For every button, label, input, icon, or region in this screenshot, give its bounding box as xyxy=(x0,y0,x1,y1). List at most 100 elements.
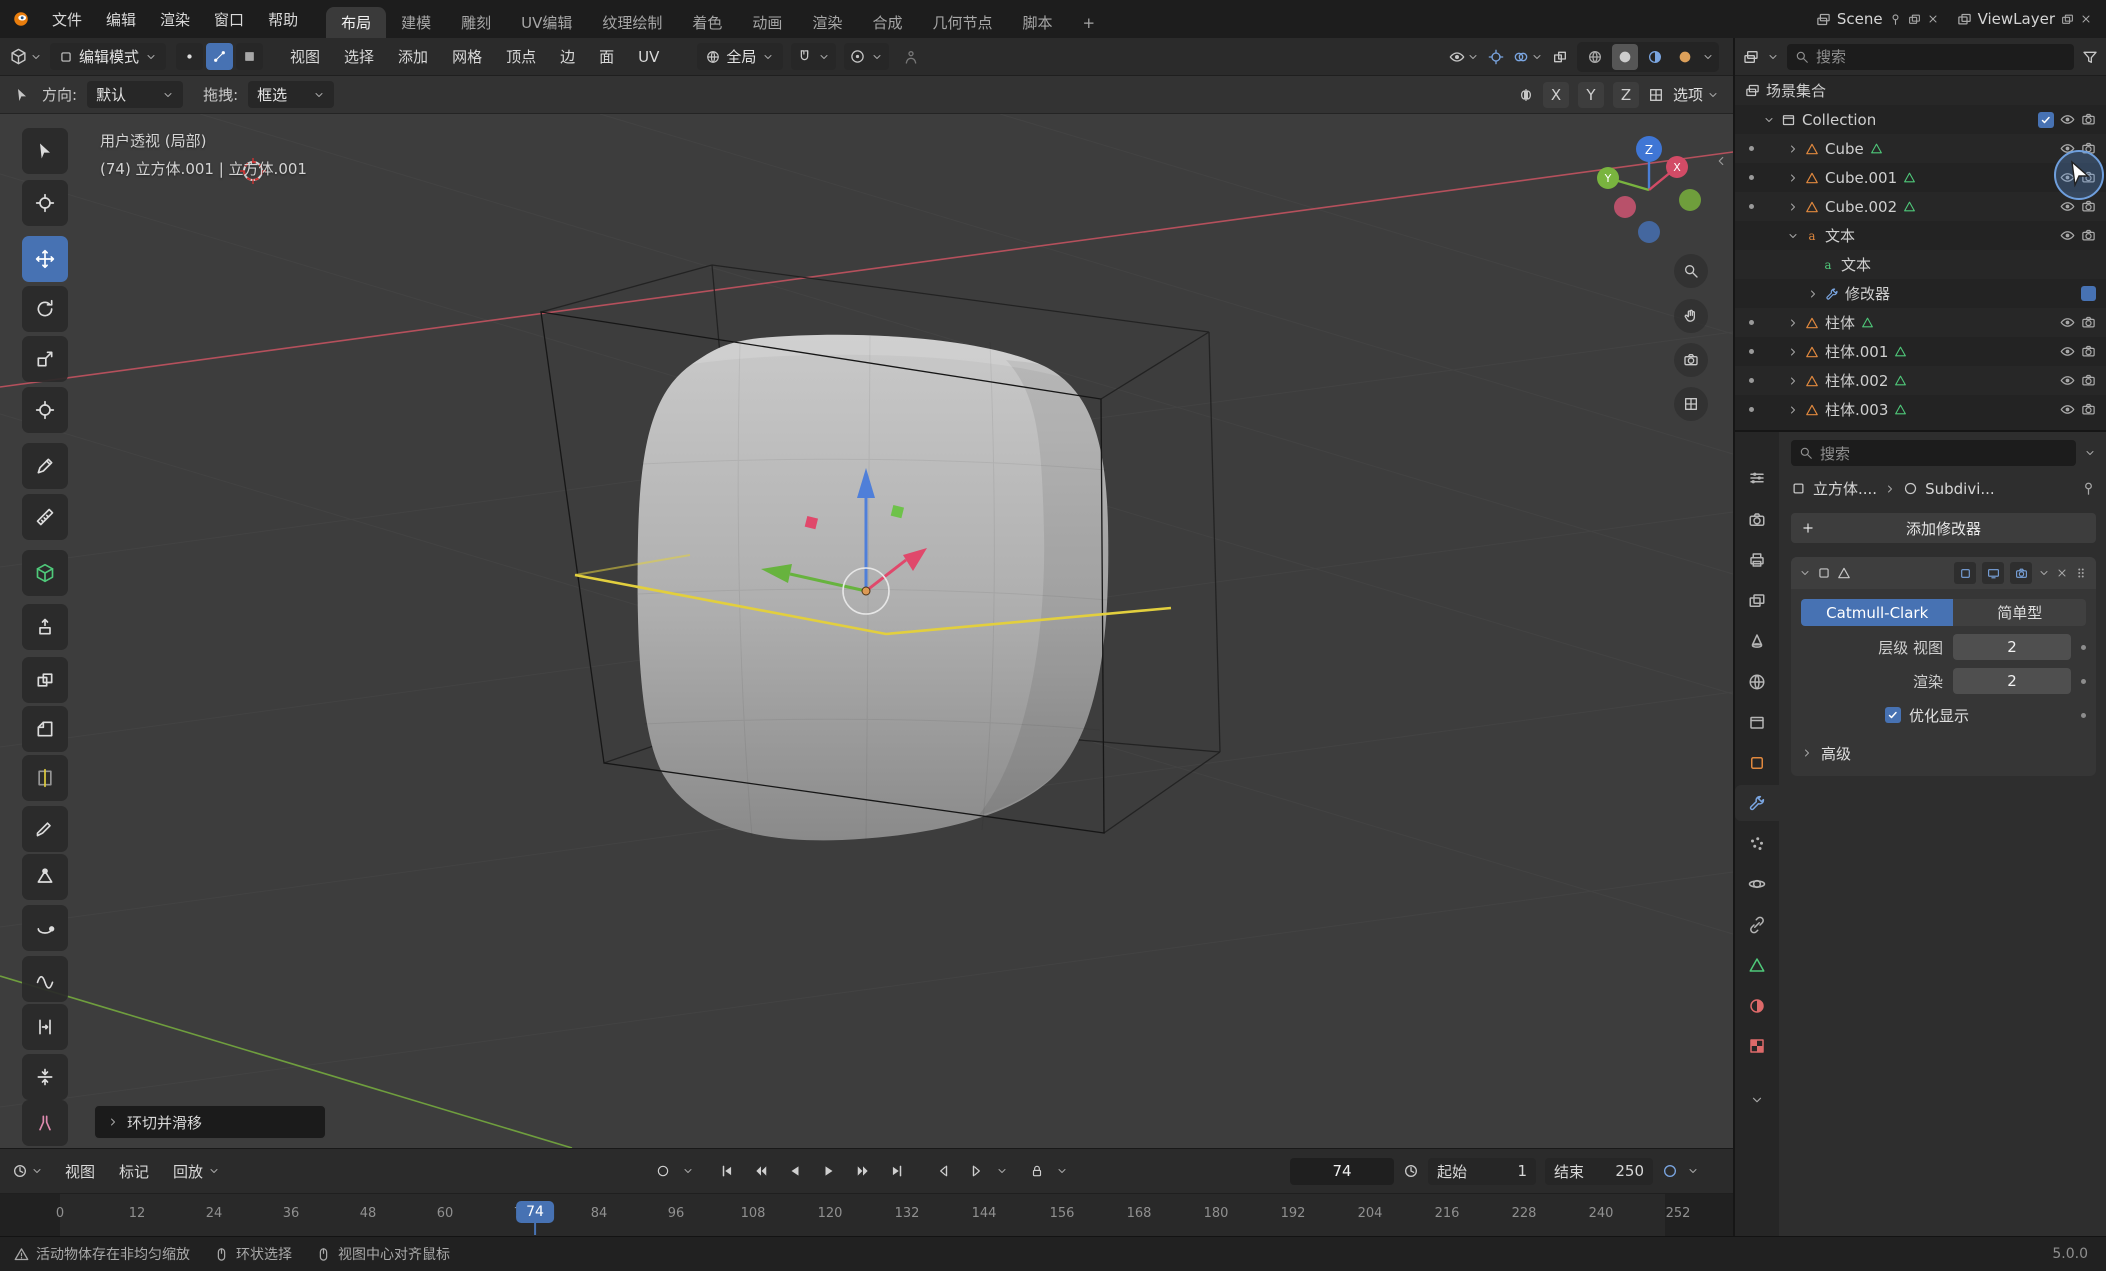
outliner-search-input[interactable]: 搜索 xyxy=(1787,44,2074,70)
lock-range-button[interactable] xyxy=(1022,1157,1052,1185)
frame-start-field[interactable]: 起始 1 xyxy=(1428,1158,1536,1185)
tab-sculpting[interactable]: 雕刻 xyxy=(446,7,506,38)
breadcrumb-modifier[interactable]: Subdivi... xyxy=(1925,480,1995,498)
tab-animation[interactable]: 动画 xyxy=(737,7,797,38)
chevron-down-icon[interactable] xyxy=(996,1165,1008,1177)
animate-dot[interactable] xyxy=(2081,713,2086,718)
jump-to-start-button[interactable] xyxy=(712,1157,742,1185)
eye-icon[interactable] xyxy=(2060,112,2075,127)
sync-icon[interactable] xyxy=(1662,1163,1678,1179)
menu-render[interactable]: 渲染 xyxy=(148,0,202,38)
tool-shrink-fatten[interactable] xyxy=(22,1054,68,1100)
mirror-y-button[interactable]: Y xyxy=(1578,82,1604,108)
outliner-row-collection[interactable]: Collection xyxy=(1735,105,2106,134)
frame-back-button[interactable] xyxy=(928,1157,958,1185)
outliner-row-cylinder[interactable]: 柱体 xyxy=(1735,308,2106,337)
tool-extrude-region[interactable] xyxy=(22,604,68,650)
camera-visibility-icon[interactable] xyxy=(2081,228,2096,243)
mirror-icon[interactable] xyxy=(1518,87,1534,103)
menu-view[interactable]: 视图 xyxy=(53,1149,107,1193)
viewport-3d[interactable]: 用户透视 (局部) (74) 立方体.001 | 立方体.001 xyxy=(0,114,1733,1148)
jump-to-end-button[interactable] xyxy=(882,1157,912,1185)
options-dropdown[interactable]: 选项 xyxy=(1673,84,1719,105)
tab-compositing[interactable]: 合成 xyxy=(857,7,917,38)
chevron-right-icon[interactable] xyxy=(1787,404,1799,416)
tab-constraints[interactable] xyxy=(1735,907,1779,943)
add-modifier-button[interactable]: 添加修改器 xyxy=(1791,513,2096,543)
camera-view-button[interactable] xyxy=(1674,343,1708,377)
eye-icon[interactable] xyxy=(2060,402,2075,417)
outliner-row-modifiers[interactable]: 修改器 xyxy=(1735,279,2106,308)
tab-layout[interactable]: 布局 xyxy=(326,7,386,38)
levels-render-field[interactable]: 2 xyxy=(1953,668,2071,694)
outliner-row-cube[interactable]: Cube xyxy=(1735,134,2106,163)
current-frame-marker[interactable]: 74 xyxy=(516,1201,554,1223)
tool-measure[interactable] xyxy=(22,494,68,540)
chevron-down-icon[interactable] xyxy=(2084,447,2096,459)
ortho-toggle-button[interactable] xyxy=(1674,387,1708,421)
mode-dropdown[interactable]: 编辑模式 xyxy=(50,43,166,70)
frame-forward-button[interactable] xyxy=(962,1157,992,1185)
outliner-row-cube-002[interactable]: Cube.002 xyxy=(1735,192,2106,221)
outliner-row-cube-001[interactable]: Cube.001 xyxy=(1735,163,2106,192)
chevron-down-icon[interactable] xyxy=(1763,114,1775,126)
chevron-down-icon[interactable] xyxy=(1702,51,1714,63)
tool-inset-faces[interactable] xyxy=(22,657,68,703)
chevron-down-icon[interactable] xyxy=(1687,1165,1699,1177)
chevron-right-icon[interactable] xyxy=(1787,143,1799,155)
viewlayer-selector[interactable]: ViewLayer xyxy=(1951,7,2098,31)
tab-texture[interactable] xyxy=(1735,1028,1779,1064)
delete-modifier-icon[interactable] xyxy=(2056,567,2068,579)
menu-edit[interactable]: 编辑 xyxy=(94,0,148,38)
menu-face[interactable]: 面 xyxy=(587,38,626,75)
chevron-right-icon[interactable] xyxy=(1787,317,1799,329)
new-viewlayer-icon[interactable] xyxy=(2061,13,2074,26)
proportional-edit-dropdown[interactable] xyxy=(844,43,889,70)
tab-collection[interactable] xyxy=(1735,704,1779,740)
advanced-panel-header[interactable]: 高级 xyxy=(1801,740,2086,766)
tool-move[interactable] xyxy=(22,236,68,282)
modifier-display-badge[interactable] xyxy=(2081,286,2096,301)
chevron-down-icon[interactable] xyxy=(682,1165,694,1177)
filter-icon[interactable] xyxy=(2082,49,2098,65)
menu-playback[interactable]: 回放 xyxy=(161,1149,232,1193)
menu-view[interactable]: 视图 xyxy=(278,38,332,75)
chevron-right-icon[interactable] xyxy=(1787,346,1799,358)
snapping-dropdown[interactable] xyxy=(791,43,836,70)
pin-icon[interactable] xyxy=(2081,481,2096,496)
tab-modifiers[interactable] xyxy=(1735,785,1779,821)
prev-keyframe-button[interactable] xyxy=(746,1157,776,1185)
drag-dropdown[interactable]: 框选 xyxy=(248,81,334,108)
eye-icon[interactable] xyxy=(2060,344,2075,359)
chevron-down-icon[interactable] xyxy=(31,1165,43,1177)
tab-scripting[interactable]: 脚本 xyxy=(1007,7,1067,38)
tab-particles[interactable] xyxy=(1735,826,1779,862)
play-reverse-button[interactable] xyxy=(780,1157,810,1185)
play-button[interactable] xyxy=(814,1157,844,1185)
shading-material-button[interactable] xyxy=(1642,44,1668,70)
tool-poly-build[interactable] xyxy=(22,854,68,900)
camera-visibility-icon[interactable] xyxy=(2081,373,2096,388)
navigation-gizmo[interactable]: Z X Y xyxy=(1594,135,1704,247)
shading-solid-button[interactable] xyxy=(1612,44,1638,70)
camera-visibility-icon[interactable] xyxy=(2081,344,2096,359)
frame-end-field[interactable]: 结束 250 xyxy=(1545,1158,1653,1185)
camera-visibility-icon[interactable] xyxy=(2081,112,2096,127)
tab-shading[interactable]: 着色 xyxy=(677,7,737,38)
editor-type-icon[interactable] xyxy=(10,48,27,65)
tool-smooth[interactable] xyxy=(22,956,68,1002)
tool-rip-region[interactable] xyxy=(22,1100,68,1146)
pan-button[interactable] xyxy=(1674,299,1708,333)
chevron-down-icon[interactable] xyxy=(1056,1165,1068,1177)
outliner-row-scene-collection[interactable]: 场景集合 xyxy=(1735,76,2106,105)
chevron-right-icon[interactable] xyxy=(1787,375,1799,387)
region-collapse-arrow[interactable] xyxy=(1714,154,1728,168)
chevron-right-icon[interactable] xyxy=(1787,172,1799,184)
display-render-toggle[interactable] xyxy=(2010,562,2032,584)
zoom-button[interactable] xyxy=(1674,254,1708,288)
tool-scale[interactable] xyxy=(22,336,68,382)
eye-icon[interactable] xyxy=(2060,228,2075,243)
extras-chevron-icon[interactable] xyxy=(2038,567,2050,579)
tab-object-data[interactable] xyxy=(1735,947,1779,983)
camera-visibility-icon[interactable] xyxy=(2081,402,2096,417)
